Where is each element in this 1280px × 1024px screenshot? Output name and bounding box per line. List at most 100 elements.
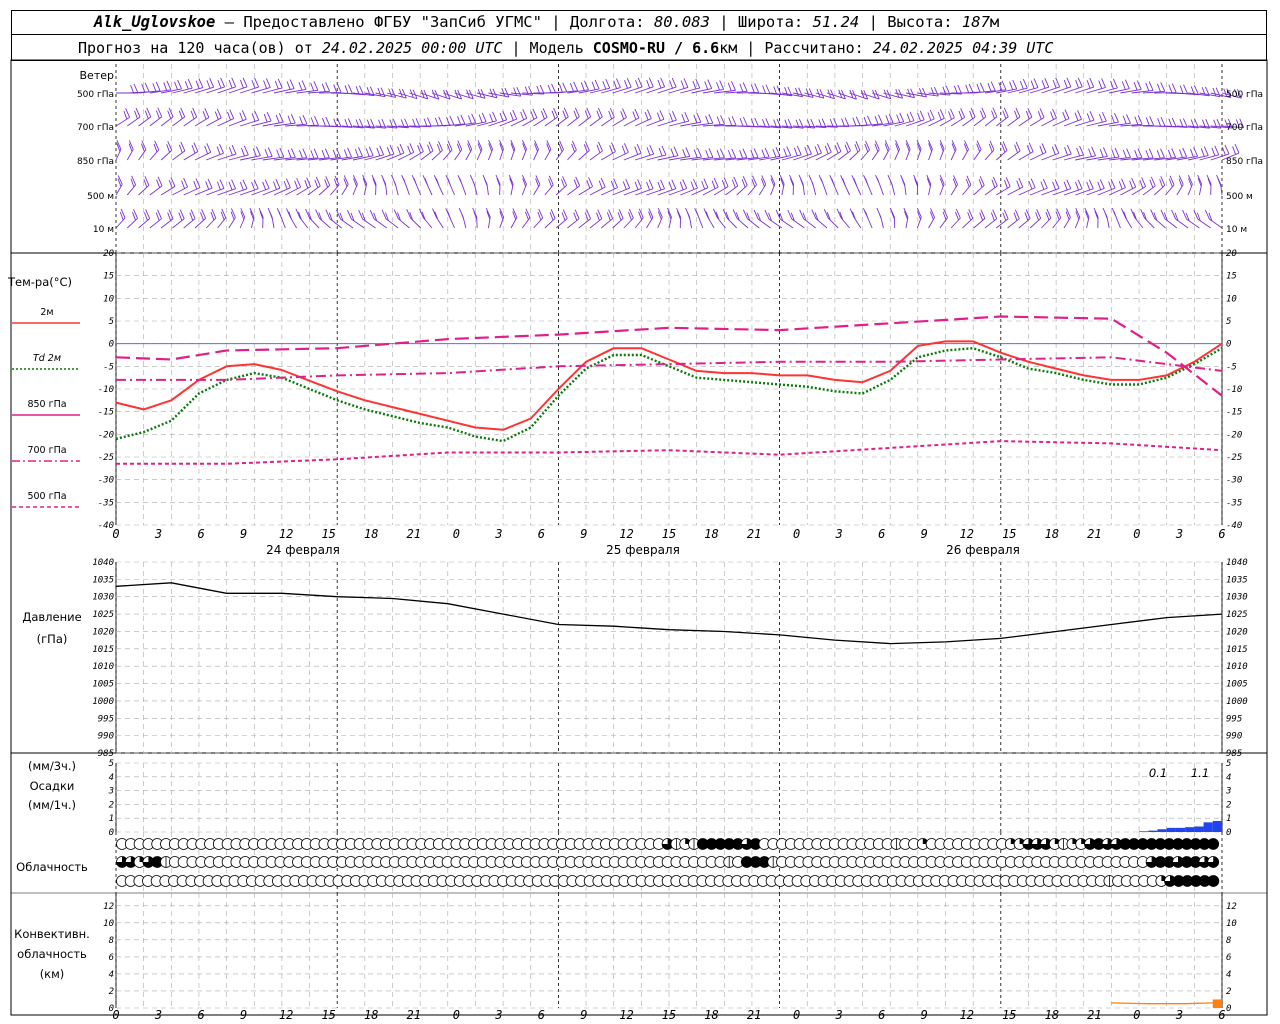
xtick-0-17: 3 xyxy=(835,527,843,541)
ytick-left-precip-3: 2 xyxy=(109,800,114,810)
wind-level-right-4: 10 м xyxy=(1226,225,1247,235)
wind-barb xyxy=(522,108,538,127)
ytick-right-precip-2: 3 xyxy=(1225,787,1231,797)
wind-barb xyxy=(249,207,255,229)
wind-level-right-1: 700 гПа xyxy=(1226,123,1263,133)
xtick-1-0: 0 xyxy=(112,1008,119,1022)
wind-barb xyxy=(1052,179,1072,196)
day-label-1: 24 февраля xyxy=(266,543,340,557)
wind-barb xyxy=(826,117,850,128)
wind-barb xyxy=(849,208,862,229)
wind-barb xyxy=(262,147,285,161)
xtick-1-11: 9 xyxy=(580,1008,587,1022)
wind-barb xyxy=(950,140,957,161)
wind-barb xyxy=(939,208,948,229)
wind-barb xyxy=(485,207,491,229)
wind-barb xyxy=(149,176,163,196)
xtick-1-24: 0 xyxy=(1133,1008,1140,1022)
xtick-1-3: 9 xyxy=(240,1008,247,1022)
ytick-left-temp-0: 20 xyxy=(103,249,114,259)
wind-barb xyxy=(876,207,884,229)
wind-barb xyxy=(713,177,729,196)
wind-barb xyxy=(1007,107,1021,127)
wind-barb xyxy=(115,208,126,229)
wind-barb xyxy=(555,209,568,229)
wind-barb xyxy=(567,140,577,161)
ytick-right-press-0: 1040 xyxy=(1226,558,1248,568)
wind-barb xyxy=(657,208,663,229)
cloud-symbols xyxy=(116,838,1220,887)
wind-barb xyxy=(612,209,624,229)
wind-barb xyxy=(465,140,473,161)
wind-barb xyxy=(601,178,619,196)
wind-barb xyxy=(612,108,627,127)
wind-barb xyxy=(1206,174,1212,196)
xtick-0-3: 9 xyxy=(240,527,247,541)
wind-barb xyxy=(149,140,160,161)
wind-barb xyxy=(206,143,224,161)
wind-barb xyxy=(138,107,152,127)
wind-barb xyxy=(887,174,896,196)
wind-barb xyxy=(325,209,342,229)
ytick-left-conv-1: 10 xyxy=(103,919,114,929)
ytick-left-temp-11: -35 xyxy=(98,498,114,508)
ytick-right-press-9: 995 xyxy=(1226,714,1242,724)
ytick-left-temp-2: 10 xyxy=(103,294,114,304)
xtick-0-20: 12 xyxy=(960,527,974,541)
ytick-right-press-3: 1025 xyxy=(1226,610,1248,620)
precip-label-1: 0.1 xyxy=(1149,766,1167,780)
xtick-1-25: 3 xyxy=(1175,1008,1183,1022)
wind-barb xyxy=(747,175,757,196)
wind-barb xyxy=(183,107,198,127)
ytick-right-temp-6: -10 xyxy=(1226,385,1242,395)
ytick-left-press-7: 1005 xyxy=(92,680,114,690)
wind-barb xyxy=(973,140,982,161)
wind-barb xyxy=(862,208,873,229)
wind-barb xyxy=(276,208,286,229)
wind-barb xyxy=(646,208,654,229)
wind-barb xyxy=(1153,176,1166,196)
wind-barb xyxy=(578,107,592,127)
wind-barb xyxy=(995,141,1008,161)
wind-barb xyxy=(680,178,698,196)
wind-barb xyxy=(905,140,911,161)
wind-barb xyxy=(589,78,611,94)
ytick-left-temp-5: -5 xyxy=(103,362,114,372)
xtick-1-19: 9 xyxy=(921,1008,928,1022)
wind-barb xyxy=(927,139,933,161)
wind-barb xyxy=(1097,113,1119,127)
xtick-1-9: 3 xyxy=(494,1008,502,1022)
ytick-right-precip-1: 4 xyxy=(1226,773,1231,783)
xtick-1-4: 12 xyxy=(279,1008,293,1022)
wind-barb xyxy=(725,176,739,196)
ytick-right-conv-4: 4 xyxy=(1226,970,1231,980)
wind-barb xyxy=(172,107,186,127)
wind-barb xyxy=(849,141,861,161)
wind-barb xyxy=(472,207,478,229)
wind-barb xyxy=(798,174,805,196)
ytick-right-temp-0: 20 xyxy=(1226,249,1237,259)
wind-barb xyxy=(262,178,281,196)
legend-label-t2m: 2м xyxy=(40,307,53,318)
xtick-1-15: 21 xyxy=(747,1008,761,1022)
wind-barb xyxy=(676,207,681,229)
wind-barb xyxy=(962,209,974,229)
ytick-right-conv-0: 12 xyxy=(1226,902,1237,912)
ytick-right-press-10: 990 xyxy=(1226,732,1242,742)
wind-barb xyxy=(454,140,463,161)
ytick-left-temp-7: -15 xyxy=(98,408,114,418)
wind-barb xyxy=(984,176,998,196)
wind-barb xyxy=(115,140,122,161)
wind-barb xyxy=(623,144,642,161)
wind-barb xyxy=(267,207,275,229)
wind-barb xyxy=(115,175,123,196)
ytick-left-press-11: 985 xyxy=(98,749,114,759)
wind-barb xyxy=(194,209,207,229)
ytick-left-press-10: 990 xyxy=(98,732,114,742)
wind-barb xyxy=(903,207,909,229)
conv-bar xyxy=(1212,999,1222,1008)
xtick-1-2: 6 xyxy=(197,1008,204,1022)
wind-barb xyxy=(555,176,567,196)
xtick-0-26: 6 xyxy=(1218,527,1225,541)
precip-bar xyxy=(1203,822,1213,832)
